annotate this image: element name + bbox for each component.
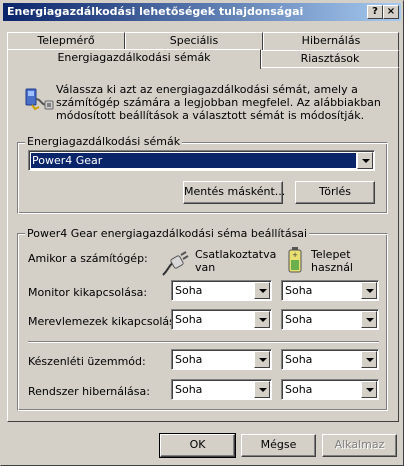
select-value: Soha: [175, 383, 203, 396]
hibernate-label: Rendszer hibernálása:: [28, 385, 150, 398]
tab-telepmero[interactable]: Telepmérő: [7, 32, 125, 50]
plugged-in-label: Csatlakoztatva van: [195, 248, 277, 274]
save-as-button[interactable]: Mentés másként...: [183, 181, 285, 204]
chevron-down-icon[interactable]: [254, 282, 270, 299]
divider: [28, 341, 379, 343]
properties-window: Energiagazdálkodási lehetőségek tulajdon…: [0, 0, 404, 466]
standby-plugged-select[interactable]: Soha: [171, 349, 272, 370]
select-value: Soha: [175, 313, 203, 326]
chevron-down-icon[interactable]: [361, 311, 377, 328]
cancel-button[interactable]: Mégse: [241, 434, 316, 457]
battery-label: Telepet használ: [311, 248, 353, 274]
standby-label: Készenléti üzemmód:: [28, 355, 146, 368]
settings-group-label: Power4 Gear energiagazdálkodási séma beá…: [25, 227, 310, 240]
battery-icon: +: [288, 247, 302, 273]
chevron-down-icon[interactable]: [357, 152, 373, 169]
ok-button[interactable]: OK: [159, 433, 236, 458]
svg-text:+: +: [292, 251, 298, 259]
select-value: Soha: [285, 313, 313, 326]
scheme-select-value: Power4 Gear: [31, 153, 356, 168]
hdd-off-label: Merevlemezek kikapcsolása:: [28, 315, 186, 328]
select-value: Soha: [285, 353, 313, 366]
plug-icon: [162, 251, 189, 276]
delete-button[interactable]: Törlés: [295, 181, 375, 204]
monitor-off-battery-select[interactable]: Soha: [281, 280, 379, 301]
hibernate-plugged-select[interactable]: Soha: [171, 379, 272, 400]
title-bar[interactable]: Energiagazdálkodási lehetőségek tulajdon…: [3, 3, 401, 21]
standby-battery-select[interactable]: Soha: [281, 349, 379, 370]
select-value: Soha: [285, 383, 313, 396]
select-value: Soha: [285, 284, 313, 297]
hdd-off-plugged-select[interactable]: Soha: [171, 309, 272, 330]
monitor-off-plugged-select[interactable]: Soha: [171, 280, 272, 301]
tab-riasztasok[interactable]: Riasztások: [261, 50, 399, 68]
hdd-off-battery-select[interactable]: Soha: [281, 309, 379, 330]
power-options-icon: [25, 88, 54, 111]
tab-energy-schemes[interactable]: Energiagazdálkodási sémák: [7, 49, 261, 69]
monitor-off-label: Monitor kikapcsolása:: [28, 286, 148, 299]
chevron-down-icon[interactable]: [254, 311, 270, 328]
hibernate-battery-select[interactable]: Soha: [281, 379, 379, 400]
chevron-down-icon[interactable]: [254, 381, 270, 398]
select-value: Soha: [175, 284, 203, 297]
select-value: Soha: [175, 353, 203, 366]
chevron-down-icon[interactable]: [254, 351, 270, 368]
scheme-select[interactable]: Power4 Gear: [28, 150, 375, 171]
schemes-group-label: Energiagazdálkodási sémák: [25, 135, 183, 148]
description-text: Válassza ki azt az energiagazdálkodási s…: [56, 83, 381, 122]
when-label: Amikor a számítógép:: [28, 252, 148, 265]
chevron-down-icon[interactable]: [361, 351, 377, 368]
chevron-down-icon[interactable]: [361, 381, 377, 398]
tab-specialis[interactable]: Speciális: [125, 32, 263, 50]
tab-hibernalas[interactable]: Hibernálás: [263, 32, 399, 50]
close-button[interactable]: ×: [383, 5, 399, 19]
chevron-down-icon[interactable]: [361, 282, 377, 299]
apply-button[interactable]: Alkalmaz: [322, 434, 397, 457]
help-button[interactable]: ?: [367, 5, 383, 19]
window-title: Energiagazdálkodási lehetőségek tulajdon…: [7, 5, 304, 18]
